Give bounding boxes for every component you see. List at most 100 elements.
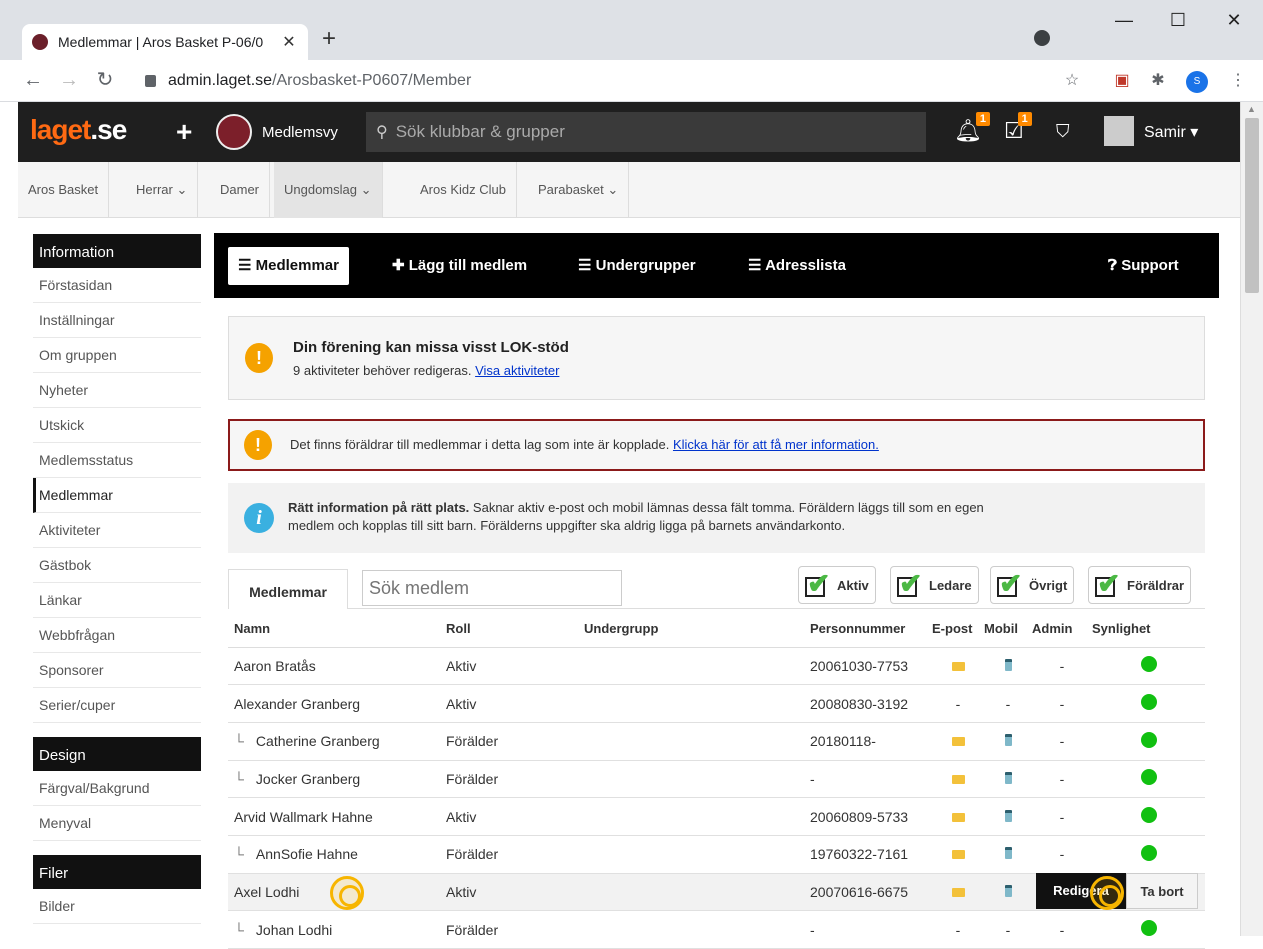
column-header-undergrupp[interactable]: Undergrupp [578, 611, 804, 648]
nav-aros-basket[interactable]: Aros Basket [18, 162, 110, 218]
column-header-namn[interactable]: Namn [228, 611, 440, 648]
members-toolbar: ☰ Medlemmar ✚ Lägg till medlem ☰ Undergr… [214, 233, 1219, 298]
member-personnummer: 20061030-7753 [804, 647, 932, 686]
address-bar[interactable]: admin.laget.se/Arosbasket-P0607/Member [143, 66, 1093, 96]
maximize-icon[interactable]: ☐ [1158, 10, 1198, 31]
create-plus-icon[interactable]: + [176, 116, 192, 148]
address-list-button[interactable]: ☰ Adresslista [738, 251, 856, 281]
nav-ungdomslag[interactable]: Ungdomslag ⌄ [274, 162, 383, 218]
table-row[interactable]: └ Jocker Granberg Förälder - - [228, 760, 1205, 799]
mobile-icon [1004, 809, 1012, 822]
menu-lines-icon: ☰ [748, 257, 762, 274]
user-menu[interactable]: Samir ▾ [1144, 122, 1198, 142]
view-label[interactable]: Medlemsvy [262, 124, 338, 141]
profile-avatar[interactable]: S [1186, 71, 1208, 93]
sidebar-item-medlemmar[interactable]: Medlemmar [33, 478, 201, 513]
sidebar-item-menyval[interactable]: Menyval [33, 806, 201, 841]
sidebar-item-lankar[interactable]: Länkar [33, 583, 201, 618]
member-email [932, 647, 984, 686]
column-header-mobil[interactable]: Mobil [984, 611, 1032, 648]
member-personnummer: 20070616-6675 [804, 873, 932, 912]
nav-aros-kidz-club[interactable]: Aros Kidz Club [410, 162, 517, 218]
shield-list-icon[interactable]: ⛉ [1056, 121, 1070, 142]
scrollbar-thumb[interactable] [1245, 118, 1259, 293]
member-name[interactable]: Aaron Bratås [228, 647, 440, 686]
sidebar-item-serier-cuper[interactable]: Serier/cuper [33, 688, 201, 723]
club-badge-icon[interactable] [216, 114, 252, 150]
table-row[interactable]: └ Catherine Granberg Förälder 20180118- - [228, 722, 1205, 761]
table-row[interactable]: └ AnnSofie Hahne Förälder 19760322-7161 - [228, 835, 1205, 874]
column-header-admin[interactable]: Admin [1032, 611, 1092, 648]
browser-tab[interactable]: Medlemmar | Aros Basket P-06/0 ✕ [22, 24, 308, 60]
reload-icon[interactable]: ↻ [92, 68, 118, 92]
member-name[interactable]: └ Jocker Granberg [228, 760, 440, 799]
member-personnummer: 19760322-7161 [804, 835, 932, 874]
close-window-icon[interactable]: ✕ [1214, 10, 1254, 31]
pocket-extension-icon[interactable]: ▣ [1112, 71, 1132, 91]
subgroups-button[interactable]: ☰ Undergrupper [568, 251, 706, 281]
table-row[interactable]: Arvid Wallmark Hahne Aktiv 20060809-5733 - [228, 797, 1205, 836]
member-name[interactable]: └ Johan Lodhi [228, 910, 440, 949]
member-name[interactable]: └ Catherine Granberg [228, 722, 440, 761]
sidebar-item-forstasidan[interactable]: Förstasidan [33, 268, 201, 303]
filter-ledare[interactable]: ✔ Ledare [890, 566, 979, 604]
member-visibility [1092, 760, 1205, 799]
browser-menu-icon[interactable]: ⋮ [1228, 71, 1248, 91]
member-subgroup [578, 684, 804, 723]
club-search-input[interactable]: ⚲ Sök klubbar & grupper [366, 112, 926, 152]
nav-herrar[interactable]: Herrar ⌄ [126, 162, 199, 218]
table-row[interactable]: Aaron Bratås Aktiv 20061030-7753 - [228, 647, 1205, 686]
tab-medlemmar[interactable]: Medlemmar [228, 569, 348, 609]
table-row[interactable]: └ Johan Lodhi Förälder - - - - [228, 910, 1205, 949]
column-header-synlighet[interactable]: Synlighet [1092, 611, 1205, 648]
nav-parabasket[interactable]: Parabasket ⌄ [528, 162, 630, 218]
user-avatar[interactable] [1104, 116, 1134, 146]
sidebar-item-om-gruppen[interactable]: Om gruppen [33, 338, 201, 373]
column-header-personnummer[interactable]: Personnummer [804, 611, 932, 648]
visibility-status-icon [1140, 694, 1157, 711]
notifications-bell-icon[interactable]: 🔔︎ 1 [954, 112, 990, 144]
column-header-roll[interactable]: Roll [440, 611, 578, 648]
extensions-puzzle-icon[interactable]: ✱ [1148, 71, 1168, 91]
forward-icon[interactable]: → [56, 68, 82, 92]
more-information-link[interactable]: Klicka här för att få mer information. [673, 437, 879, 452]
back-icon[interactable]: ← [20, 68, 46, 92]
support-button[interactable]: ❓︎ Support [1098, 251, 1189, 281]
member-search-input[interactable] [362, 570, 622, 606]
nav-damer[interactable]: Damer [210, 162, 271, 218]
sidebar-item-gastbok[interactable]: Gästbok [33, 548, 201, 583]
filter-aktiv[interactable]: ✔ Aktiv [798, 566, 876, 604]
close-tab-icon[interactable]: ✕ [280, 32, 298, 52]
sidebar-item-nyheter[interactable]: Nyheter [33, 373, 201, 408]
sidebar-item-bilder[interactable]: Bilder [33, 889, 201, 924]
filter-ovrigt[interactable]: ✔ Övrigt [990, 566, 1075, 604]
profile-indicator-icon[interactable] [1034, 30, 1050, 46]
member-subgroup [578, 835, 804, 874]
minimize-icon[interactable]: — [1104, 10, 1144, 31]
view-activities-link[interactable]: Visa aktiviteter [475, 363, 559, 378]
browser-toolbar: ← → ↻ admin.laget.se/Arosbasket-P0607/Me… [0, 60, 1263, 102]
sidebar-item-webbfragan[interactable]: Webbfrågan [33, 618, 201, 653]
page-scrollbar[interactable]: ▲ [1240, 102, 1263, 936]
member-name[interactable]: Alexander Granberg [228, 684, 440, 723]
column-header-epost[interactable]: E-post [932, 611, 984, 648]
table-row[interactable]: Alexander Granberg Aktiv 20080830-3192- - - [228, 684, 1205, 723]
sidebar-item-installningar[interactable]: Inställningar [33, 303, 201, 338]
sidebar-item-utskick[interactable]: Utskick [33, 408, 201, 443]
bookmark-star-icon[interactable]: ☆ [1062, 71, 1082, 91]
filter-foraldrar[interactable]: ✔ Föräldrar [1088, 566, 1192, 604]
member-name[interactable]: └ AnnSofie Hahne [228, 835, 440, 874]
scroll-up-icon[interactable]: ▲ [1247, 104, 1256, 114]
sidebar-item-sponsorer[interactable]: Sponsorer [33, 653, 201, 688]
members-tab-button[interactable]: ☰ Medlemmar [228, 247, 349, 285]
laget-logo[interactable]: laget.se [30, 114, 127, 146]
sidebar-item-medlemsstatus[interactable]: Medlemsstatus [33, 443, 201, 478]
sidebar-item-aktiviteter[interactable]: Aktiviteter [33, 513, 201, 548]
tasks-check-icon[interactable]: ☑ 1 [1004, 112, 1032, 144]
delete-member-button[interactable]: Ta bort [1126, 873, 1198, 909]
email-icon [951, 737, 965, 747]
sidebar-item-fargval[interactable]: Färgval/Bakgrund [33, 771, 201, 806]
new-tab-icon[interactable]: + [322, 26, 336, 52]
add-member-button[interactable]: ✚ Lägg till medlem [382, 251, 537, 281]
member-name[interactable]: Arvid Wallmark Hahne [228, 797, 440, 836]
